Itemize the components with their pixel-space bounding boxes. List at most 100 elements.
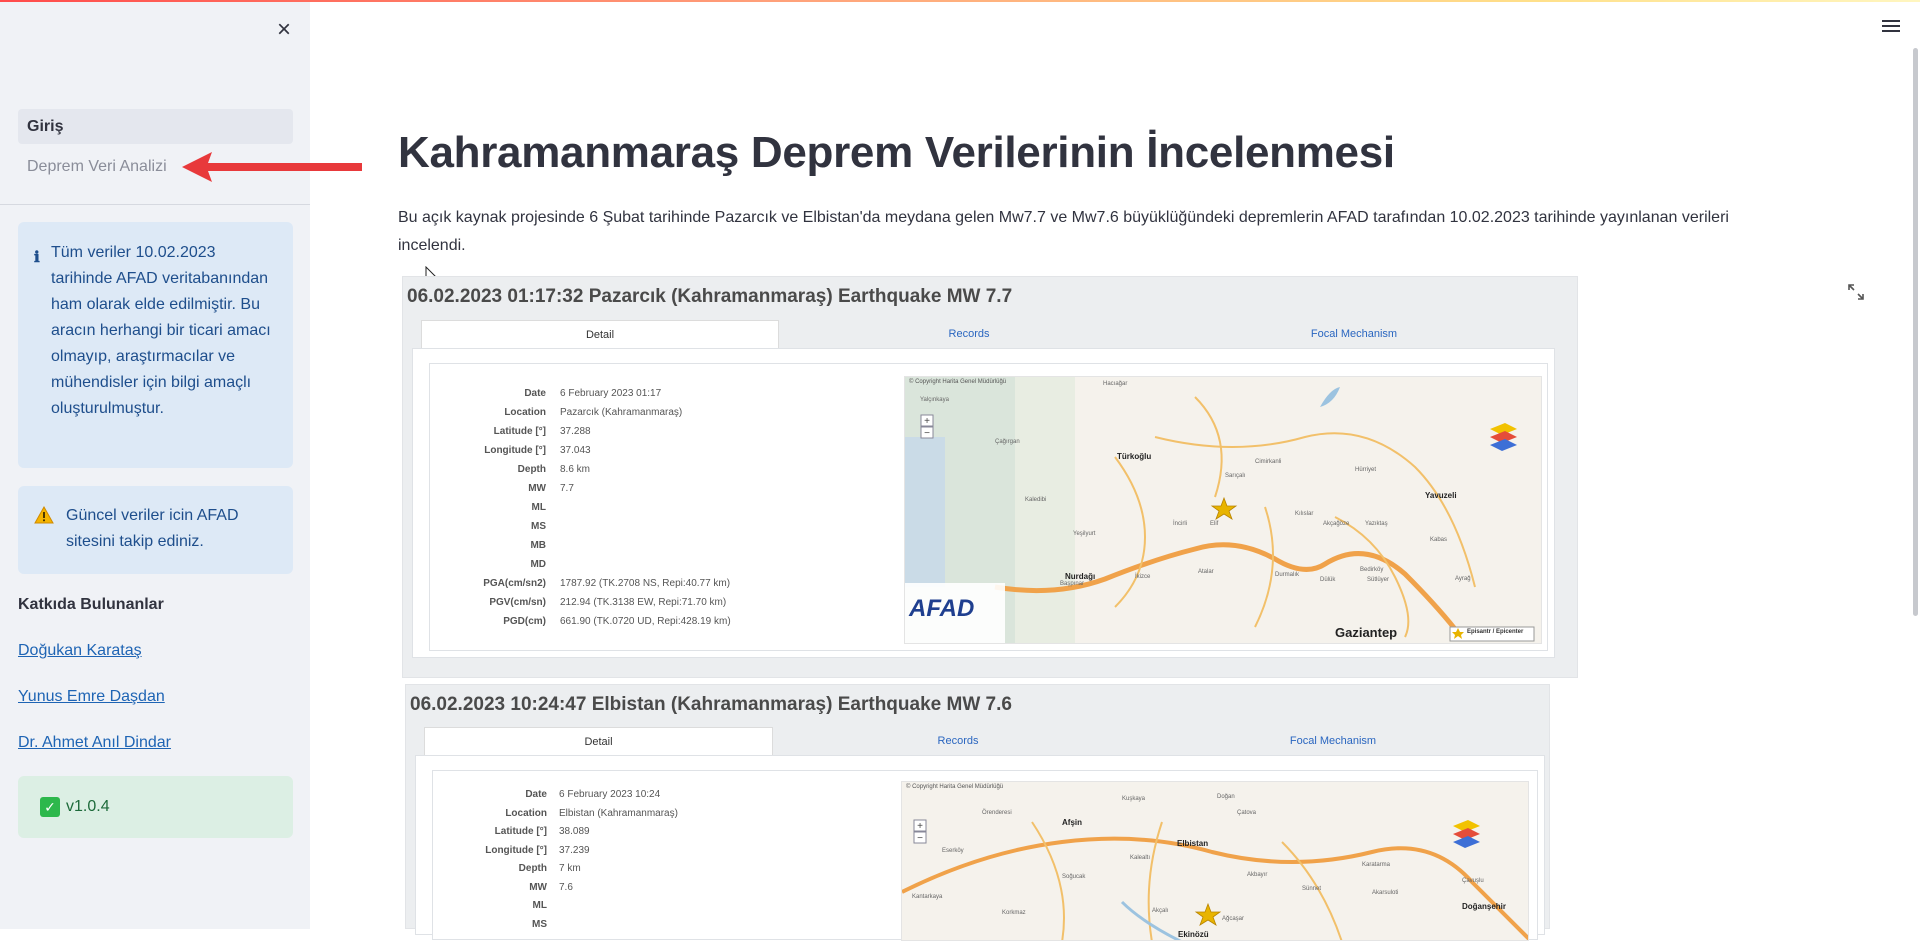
map-place-label: Kantarkaya	[912, 894, 943, 900]
page-title: Kahramanmaraş Deprem Verilerinin İncelen…	[398, 128, 1395, 177]
detail-label: MB	[530, 540, 546, 551]
detail-value: 37.043	[560, 445, 591, 456]
map-place-label: Sütlüyer	[1367, 577, 1390, 583]
annotation-arrow-icon	[182, 152, 362, 182]
map-place-label: Atalar	[1198, 569, 1214, 575]
map-drawing: + −	[905, 377, 1541, 643]
map-place-label: Cimirkanli	[1255, 459, 1282, 465]
map-place-label: Soğucak	[1062, 874, 1086, 880]
tab-records[interactable]: Records	[779, 320, 1159, 348]
map-place-label: Kaledibi	[1025, 497, 1047, 503]
map-copyright: © Copyright Harita Genel Müdürlüğü	[909, 379, 1007, 385]
detail-label: Longitude [°]	[485, 844, 547, 856]
detail-value: Pazarcık (Kahramanmaraş)	[560, 407, 683, 418]
detail-value: 1787.92 (TK.2708 NS, Repi:40.77 km)	[560, 578, 731, 589]
map-place-label: Yazıktaş	[1365, 521, 1388, 527]
map-place-label: Akçalı	[1152, 908, 1169, 914]
page-description: Bu açık kaynak projesinde 6 Şubat tarihi…	[398, 209, 1729, 254]
map-place-label: Hacıağar	[1103, 381, 1128, 387]
map-place-label: Ağcaşar	[1222, 916, 1245, 922]
info-icon: ℹ	[34, 248, 40, 266]
map-drawing: + −	[902, 782, 1528, 940]
scrollbar[interactable]	[1913, 48, 1918, 616]
close-sidebar-icon[interactable]: ×	[272, 18, 296, 42]
map-copyright: © Copyright Harita Genel Müdürlüğü	[906, 784, 1004, 790]
detail-label: ML	[531, 502, 546, 513]
nav-item-giris[interactable]: Giriş	[18, 109, 293, 144]
detail-label: Depth	[518, 863, 547, 874]
map-place-label: Doğan	[1217, 794, 1235, 800]
map-place-label: Akarsuloti	[1372, 890, 1399, 896]
map-place-label: Elbistan	[1177, 839, 1209, 848]
map-place-label: Doğanşehir	[1462, 902, 1507, 911]
map-legend: Episantr / Epicenter	[1467, 629, 1524, 635]
map-place-label: Akbayır	[1247, 872, 1268, 878]
contributor-link[interactable]: Doğukan Karataş	[18, 642, 142, 660]
detail-label: Location	[504, 407, 546, 418]
map-place-label: İkizce	[1135, 574, 1151, 580]
map-place-label: Gaziantep	[1335, 625, 1398, 640]
map-place-label: Elif	[1210, 521, 1219, 527]
detail-value: 37.239	[559, 844, 590, 856]
version-text: v1.0.4	[66, 798, 110, 815]
map-place-label: Nurdağı	[1065, 572, 1096, 581]
map-place-label: Örenderesi	[982, 810, 1012, 816]
earthquake-title: 06.02.2023 01:17:32 Pazarcık (Kahramanma…	[407, 286, 1013, 307]
main-menu-icon[interactable]	[1882, 18, 1902, 34]
detail-value: 7.6	[559, 881, 573, 893]
info-alert: ℹ Tüm veriler 10.02.2023 tarihinde AFAD …	[18, 222, 293, 468]
earthquake-tabs: Detail Records Focal Mechanism	[424, 727, 1524, 755]
detail-label: ML	[532, 900, 547, 911]
tab-detail[interactable]: Detail	[424, 727, 773, 755]
tab-detail[interactable]: Detail	[421, 320, 779, 348]
detail-label: Date	[525, 789, 547, 800]
tab-records[interactable]: Records	[773, 727, 1143, 755]
detail-label: Latitude [°]	[494, 826, 547, 837]
map-place-label: Kılıslar	[1295, 511, 1314, 517]
warning-alert-text: Güncel veriler icin AFAD sitesini takip …	[66, 507, 239, 550]
fullscreen-expand-icon[interactable]	[1848, 284, 1864, 300]
map-place-label: Kuşkaya	[1122, 796, 1146, 802]
detail-label: Latitude [°]	[493, 426, 546, 437]
detail-label: Longitude [°]	[484, 445, 546, 456]
map-place-label: Yalçınkaya	[920, 397, 949, 403]
map-place-label: Eserköy	[942, 848, 964, 854]
map-place-label: Başpınar	[1060, 581, 1085, 587]
detail-label: PGA(cm/sn2)	[483, 578, 546, 589]
tab-focal-mechanism[interactable]: Focal Mechanism	[1143, 727, 1523, 755]
earthquake-title: 06.02.2023 10:24:47 Elbistan (Kahramanma…	[410, 694, 1012, 715]
detail-label: MW	[529, 881, 547, 893]
warning-icon	[34, 506, 54, 524]
tab-focal-mechanism[interactable]: Focal Mechanism	[1159, 320, 1549, 348]
sidebar: × Giriş Deprem Veri Analizi ℹ Tüm verile…	[0, 2, 310, 929]
map-place-label: Kalealtı	[1130, 855, 1151, 861]
detail-value: 6 February 2023 10:24	[559, 789, 661, 800]
info-alert-text: Tüm veriler 10.02.2023 tarihinde AFAD ve…	[51, 244, 271, 417]
epicenter-map: + − © Copyright Harita Genel Müdürlüğü A…	[901, 781, 1529, 941]
map-place-label: Korkmaz	[1002, 910, 1026, 916]
detail-value: 6 February 2023 01:17	[560, 388, 662, 399]
contributor-link[interactable]: Dr. Ahmet Anıl Dindar	[18, 734, 171, 752]
detail-value: Elbistan (Kahramanmaraş)	[559, 807, 678, 819]
svg-text:−: −	[924, 428, 930, 439]
detail-label: MS	[532, 918, 547, 930]
map-place-label: Kabas	[1430, 537, 1448, 543]
detail-label: PGD(cm)	[503, 616, 546, 627]
map-place-label: Dülük	[1320, 577, 1336, 583]
detail-value: 38.089	[559, 826, 590, 837]
map-place-label: İncirli	[1173, 521, 1188, 527]
detail-panel: Date 6 February 2023 10:24 Location Elbista…	[415, 755, 1545, 941]
sidebar-divider	[0, 204, 310, 205]
map-place-label: Bedirköy	[1360, 567, 1384, 573]
svg-text:−: −	[917, 833, 923, 844]
contributor-link[interactable]: Yunus Emre Daşdan	[18, 688, 165, 706]
map-place-label: Afşin	[1062, 818, 1082, 827]
map-place-label: Durmalık	[1275, 572, 1300, 578]
warning-alert: Güncel veriler icin AFAD sitesini takip …	[18, 486, 293, 574]
version-badge: ✓ v1.0.4	[18, 776, 293, 838]
contributors-heading: Katkıda Bulunanlar	[18, 596, 164, 613]
afad-logo: AFAD	[909, 595, 975, 622]
detail-value: 7 km	[559, 863, 581, 874]
map-place-label: Sarıçalı	[1225, 473, 1246, 479]
map-place-label: Türkoğlu	[1117, 452, 1152, 461]
